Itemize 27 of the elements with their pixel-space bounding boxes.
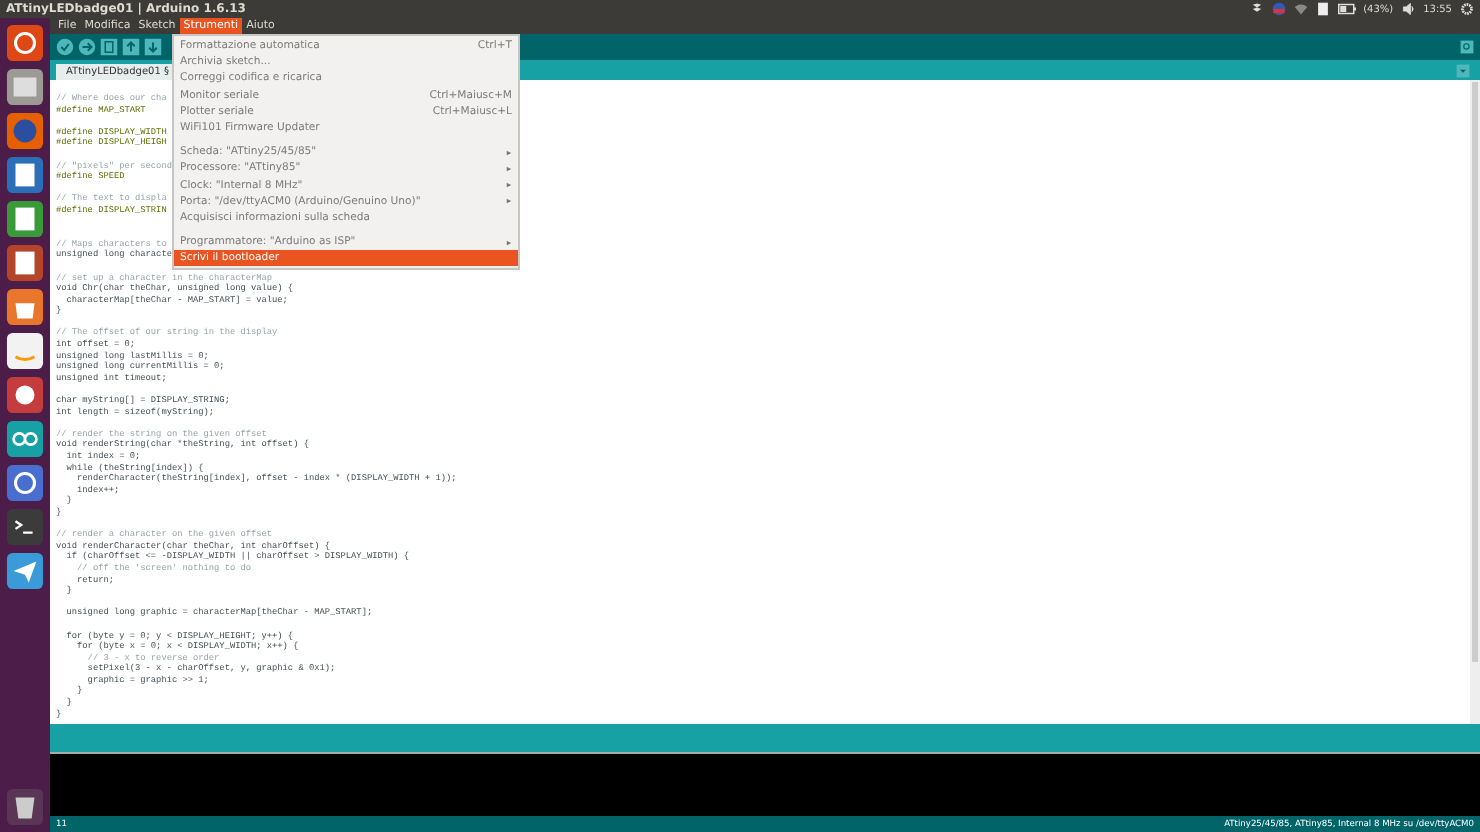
spreadsheet-icon[interactable] xyxy=(6,200,44,238)
dropdown-icon[interactable] xyxy=(1456,63,1470,77)
circle-icon[interactable] xyxy=(1271,2,1286,16)
speaker-icon[interactable] xyxy=(1401,2,1416,16)
settings-icon[interactable] xyxy=(1460,2,1474,16)
battery-icon[interactable] xyxy=(1337,2,1356,16)
shopping-bag-icon[interactable] xyxy=(6,288,44,326)
presentation-icon[interactable] xyxy=(6,244,44,282)
terminal-icon[interactable] xyxy=(6,508,44,546)
circle-logo-icon[interactable] xyxy=(6,24,44,62)
down-arrow-icon[interactable] xyxy=(144,38,162,56)
arrow-icon[interactable] xyxy=(78,38,96,56)
submenu-triangle-icon xyxy=(506,165,512,172)
submenu-triangle-icon xyxy=(506,149,512,156)
wifi-icon[interactable] xyxy=(1293,2,1308,16)
submenu-triangle-icon xyxy=(506,182,512,189)
scrollbar[interactable] xyxy=(1470,80,1480,724)
check-icon[interactable] xyxy=(56,38,74,56)
trash-icon[interactable] xyxy=(6,788,44,826)
new-file-icon[interactable] xyxy=(100,38,118,56)
circle-logo-icon[interactable] xyxy=(6,464,44,502)
infinity-icon[interactable] xyxy=(6,420,44,458)
document-icon[interactable] xyxy=(6,156,44,194)
paper-plane-icon[interactable] xyxy=(6,552,44,590)
submenu-triangle-icon xyxy=(506,239,512,246)
up-arrow-icon[interactable] xyxy=(122,38,140,56)
submenu-triangle-icon xyxy=(506,198,512,205)
